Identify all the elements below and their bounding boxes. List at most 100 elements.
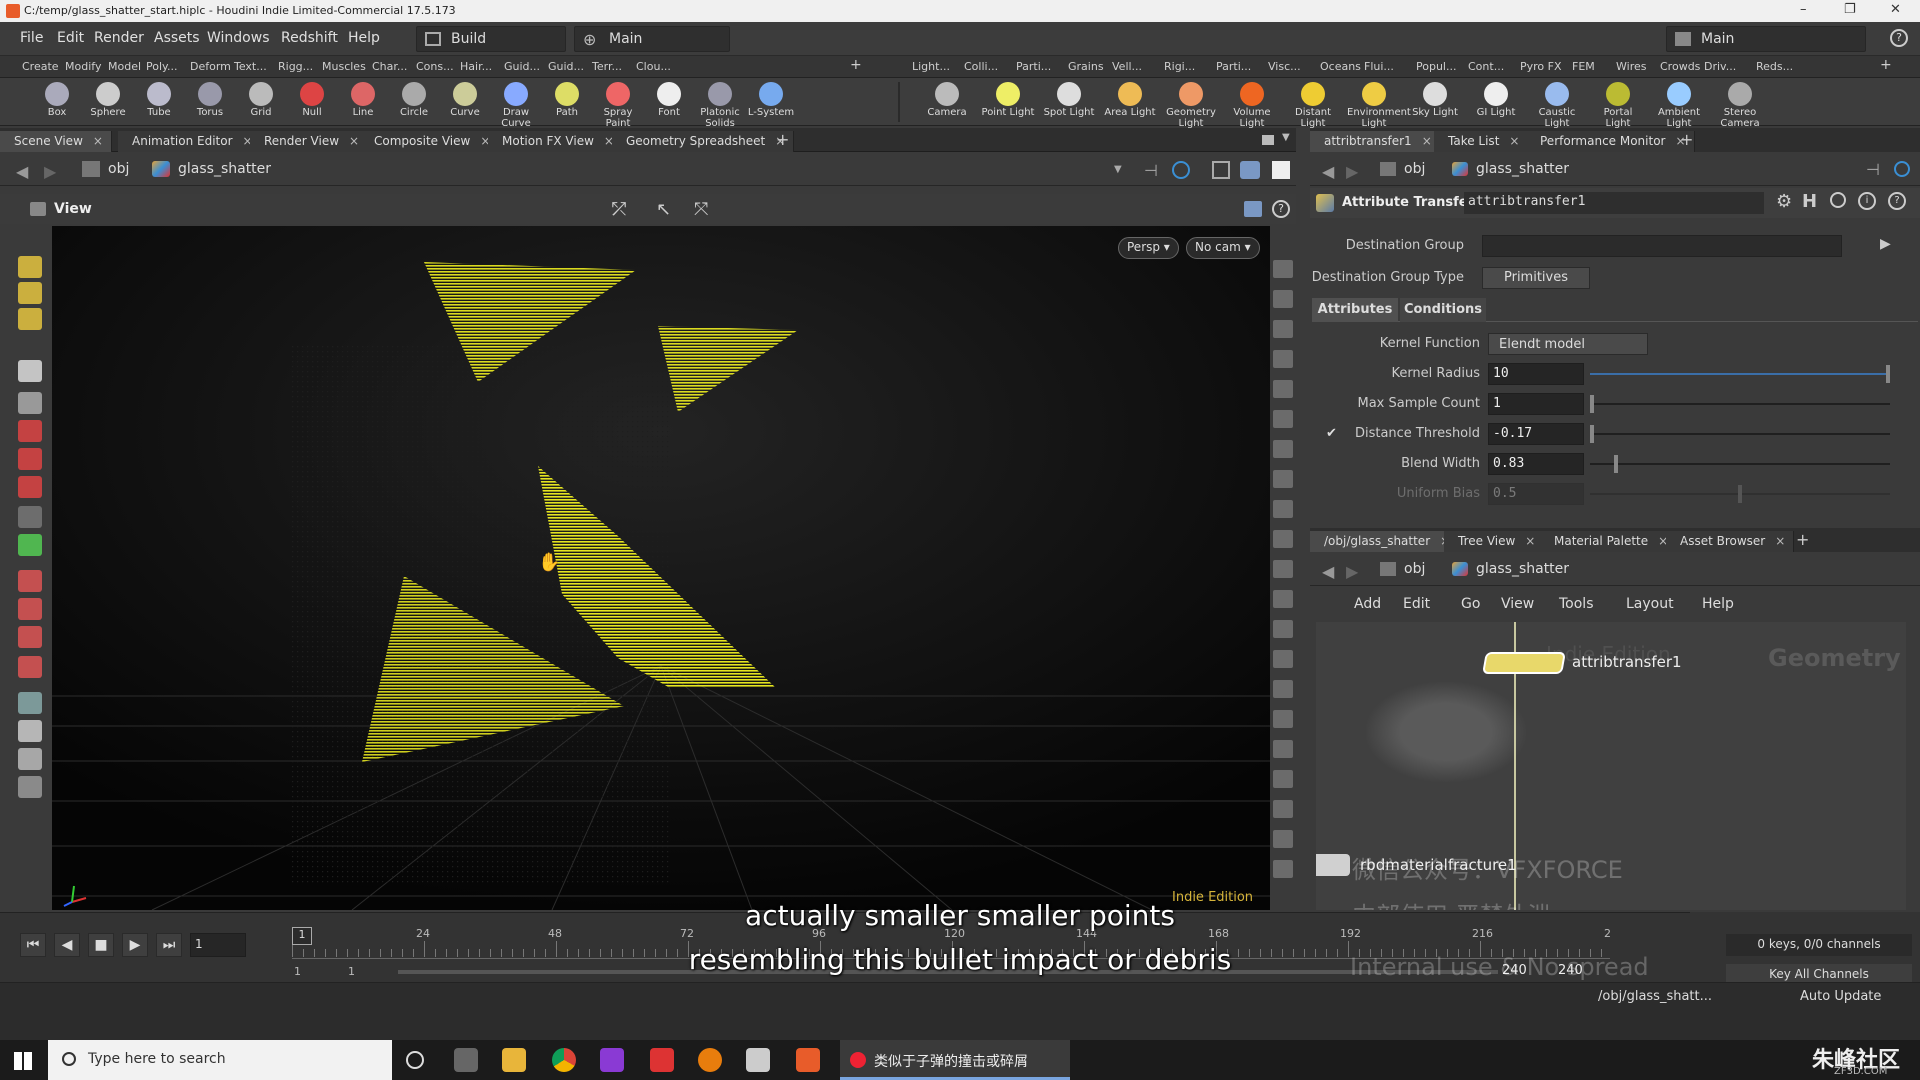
net-forward-icon[interactable]: ▶: [1346, 562, 1358, 581]
param-field-uniform-bias[interactable]: 0.5: [1488, 483, 1584, 505]
left-tool-7-icon[interactable]: [18, 476, 42, 498]
houdini-taskbar-icon[interactable]: [796, 1048, 820, 1072]
desktop-dropdown[interactable]: Build: [416, 26, 566, 52]
menu-help[interactable]: Help: [348, 30, 380, 46]
param-slider-blend-width[interactable]: [1590, 455, 1890, 473]
info-icon[interactable]: i: [1858, 192, 1876, 210]
right-tool-8-icon[interactable]: [1273, 500, 1293, 518]
close-tab-icon[interactable]: ×: [1775, 534, 1785, 548]
net-tab-material-palette[interactable]: Material Palette ×: [1540, 531, 1678, 552]
left-tool-16-icon[interactable]: [18, 748, 42, 770]
shelf-tab-parti-6[interactable]: Parti...: [1216, 60, 1251, 73]
tab-attributes[interactable]: Attributes: [1312, 298, 1398, 322]
shelf-tool-platonic-solids[interactable]: Platonic Solids: [693, 80, 747, 129]
path-dropdown-arrow[interactable]: ▼: [1114, 164, 1122, 175]
persp-view-button[interactable]: Persp ▾: [1118, 237, 1179, 259]
add-param-tab-button[interactable]: +: [1680, 130, 1693, 149]
net-path-obj[interactable]: obj: [1380, 559, 1425, 581]
affinity-icon[interactable]: [600, 1048, 624, 1072]
left-tool-6-icon[interactable]: [18, 448, 42, 470]
file-explorer-icon[interactable]: [502, 1048, 526, 1072]
tab-geometry-spreadsheet[interactable]: Geometry Spreadsheet ×: [612, 131, 795, 152]
net-menu-go[interactable]: Go: [1461, 596, 1480, 612]
back-arrow-icon[interactable]: ◀: [16, 162, 28, 181]
snap-prim-icon[interactable]: ↖: [656, 199, 671, 220]
link-icon[interactable]: [1172, 161, 1190, 179]
minimize-button[interactable]: –: [1800, 2, 1807, 17]
left-tool-8-icon[interactable]: [18, 506, 42, 528]
shelf-tab-char-8[interactable]: Char...: [372, 60, 407, 73]
shelf-tool-stereo-camera[interactable]: Stereo Camera: [1713, 80, 1767, 129]
right-tool-15-icon[interactable]: [1273, 710, 1293, 728]
right-tool-9-icon[interactable]: [1273, 530, 1293, 548]
param-forward-icon[interactable]: ▶: [1346, 162, 1358, 181]
maximize-button[interactable]: ❐: [1844, 2, 1856, 17]
tab-conditions[interactable]: Conditions: [1400, 298, 1486, 322]
left-tool-17-icon[interactable]: [18, 776, 42, 798]
shelf-tool-portal-light[interactable]: Portal Light: [1591, 80, 1645, 129]
shelf-tool-spot-light[interactable]: Spot Light: [1042, 80, 1096, 118]
shelf-tool-environment-light[interactable]: Environment Light: [1347, 80, 1411, 129]
red-app-icon[interactable]: [650, 1048, 674, 1072]
net-path-node[interactable]: glass_shatter: [1452, 559, 1569, 581]
slider-knob[interactable]: [1738, 485, 1742, 503]
shelf-tab-deform-4[interactable]: Deform: [190, 60, 231, 73]
shelf-tab-visc-7[interactable]: Visc...: [1268, 60, 1301, 73]
slider-knob[interactable]: [1590, 395, 1594, 413]
taskbar-search-box[interactable]: Type here to search: [48, 1040, 392, 1080]
left-tool-1-icon[interactable]: [18, 282, 42, 304]
shelf-tool-box[interactable]: Box: [30, 80, 84, 118]
shelf-tab-text-5[interactable]: Text...: [234, 60, 267, 73]
search-icon[interactable]: [1830, 192, 1846, 208]
shelf-tab-model-2[interactable]: Model: [108, 60, 141, 73]
shelf-tool-point-light[interactable]: Point Light: [981, 80, 1035, 118]
param-link-icon[interactable]: [1894, 161, 1910, 177]
right-tool-14-icon[interactable]: [1273, 680, 1293, 698]
status-path[interactable]: /obj/glass_shatt...: [1598, 989, 1712, 1004]
net-tab-tree-view[interactable]: Tree View ×: [1444, 531, 1545, 552]
kernel-function-menu[interactable]: Elendt model: [1488, 333, 1648, 355]
param-field-distance-threshold[interactable]: -0.17: [1488, 423, 1584, 445]
shelf-tool-sphere[interactable]: Sphere: [81, 80, 135, 118]
menu-assets[interactable]: Assets: [154, 30, 200, 46]
shelf-tool-volume-light[interactable]: Volume Light: [1225, 80, 1279, 129]
param-path-node[interactable]: glass_shatter: [1452, 159, 1569, 181]
add-shelf-tab-right-button[interactable]: +: [1880, 57, 1892, 73]
right-tool-12-icon[interactable]: [1273, 620, 1293, 638]
net-menu-view[interactable]: View: [1501, 596, 1534, 612]
right-tool-2-icon[interactable]: [1273, 320, 1293, 338]
shelf-tab-flui-9[interactable]: Flui...: [1364, 60, 1394, 73]
viewer-menu-icon[interactable]: [30, 202, 46, 216]
left-tool-11-icon[interactable]: [18, 598, 42, 620]
destination-group-type-menu[interactable]: Primitives: [1482, 267, 1590, 289]
shelf-tab-clou-14[interactable]: Clou...: [636, 60, 671, 73]
viewer-help-icon[interactable]: ?: [1272, 200, 1290, 218]
right-tool-3-icon[interactable]: [1273, 350, 1293, 368]
param-path-obj[interactable]: obj: [1380, 159, 1425, 181]
left-tool-0-icon[interactable]: [18, 256, 42, 278]
windows-start-icon[interactable]: [14, 1052, 32, 1070]
shelf-tab-grains-3[interactable]: Grains: [1068, 60, 1104, 73]
tab-motion-fx-view[interactable]: Motion FX View ×: [488, 131, 623, 152]
tab-animation-editor[interactable]: Animation Editor ×: [118, 131, 262, 152]
node-attribtransfer1[interactable]: [1482, 652, 1566, 674]
shelf-tool-draw-curve[interactable]: Draw Curve: [489, 80, 543, 129]
left-tool-15-icon[interactable]: [18, 720, 42, 742]
right-tool-20-icon[interactable]: [1273, 860, 1293, 878]
pane-menu-icon[interactable]: ▼: [1282, 132, 1290, 143]
close-tab-icon[interactable]: ×: [1525, 534, 1535, 548]
desk-dropdown[interactable]: ⊕ Main: [574, 26, 730, 52]
blender-icon[interactable]: [698, 1048, 722, 1072]
auto-update-menu[interactable]: Auto Update: [1800, 989, 1881, 1004]
shelf-tab-crowds-15[interactable]: Crowds: [1660, 60, 1700, 73]
shelf-tool-torus[interactable]: Torus: [183, 80, 237, 118]
shelf-tool-path[interactable]: Path: [540, 80, 594, 118]
shelf-tab-reds-17[interactable]: Reds...: [1756, 60, 1793, 73]
network-editor[interactable]: Geometry Indie Edition attribtransfer1 r…: [1316, 622, 1906, 910]
chrome-icon[interactable]: [552, 1048, 576, 1072]
shelf-tab-wires-14[interactable]: Wires: [1616, 60, 1646, 73]
param-field-max-sample-count[interactable]: 1: [1488, 393, 1584, 415]
node-rbdmaterialfracture1[interactable]: [1316, 854, 1350, 876]
param-pin-icon[interactable]: ⊣: [1866, 160, 1880, 179]
shelf-tool-line[interactable]: Line: [336, 80, 390, 118]
